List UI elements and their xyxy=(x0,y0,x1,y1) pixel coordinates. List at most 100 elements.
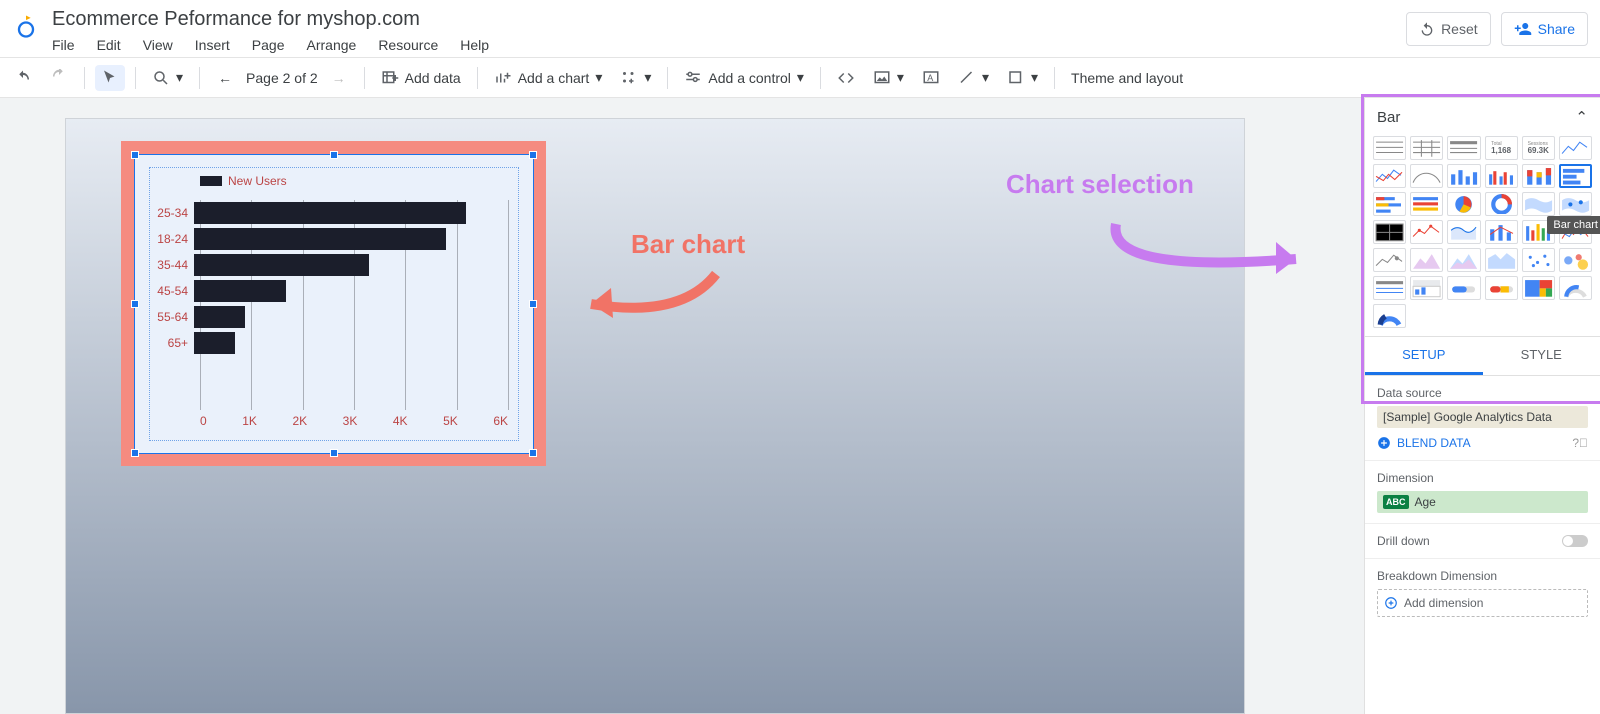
chart-type-thumb[interactable] xyxy=(1447,136,1480,160)
chart-type-thumb[interactable] xyxy=(1559,136,1592,160)
chart-type-thumb[interactable] xyxy=(1410,220,1443,244)
menu-page[interactable]: Page xyxy=(252,37,285,53)
chart-type-thumb[interactable] xyxy=(1373,304,1406,328)
resize-handle[interactable] xyxy=(529,300,537,308)
menu-resource[interactable]: Resource xyxy=(378,37,438,53)
chart-x-axis: 01K2K3K4K5K6K xyxy=(200,414,508,434)
chart-type-thumb[interactable] xyxy=(1410,276,1443,300)
bar-row: 65+ xyxy=(200,330,508,356)
tab-setup[interactable]: SETUP xyxy=(1365,337,1483,375)
chart-type-thumb[interactable] xyxy=(1373,136,1406,160)
share-button[interactable]: Share xyxy=(1501,12,1588,46)
chart-type-thumb[interactable] xyxy=(1373,164,1406,188)
prev-page-button[interactable]: ← xyxy=(210,65,240,91)
menu-insert[interactable]: Insert xyxy=(195,37,230,53)
embed-button[interactable] xyxy=(831,65,861,91)
x-tick: 2K xyxy=(292,414,307,434)
chevron-down-icon: ▾ xyxy=(176,69,183,86)
chart-type-thumb[interactable] xyxy=(1373,276,1406,300)
menu-file[interactable]: File xyxy=(52,37,75,53)
tab-style[interactable]: STYLE xyxy=(1483,337,1600,375)
chart-type-thumb[interactable] xyxy=(1373,220,1406,244)
next-page-button[interactable]: → xyxy=(324,65,354,91)
chart-type-thumb[interactable] xyxy=(1485,192,1518,216)
chart-type-thumb[interactable] xyxy=(1410,192,1443,216)
reset-button[interactable]: Reset xyxy=(1406,12,1491,46)
x-tick: 6K xyxy=(493,414,508,434)
chart-type-thumb[interactable] xyxy=(1559,276,1592,300)
add-data-button[interactable]: Add data xyxy=(375,65,467,91)
resize-handle[interactable] xyxy=(131,151,139,159)
menu-bar: File Edit View Insert Page Arrange Resou… xyxy=(52,37,1406,53)
bar-row: 25-34 xyxy=(200,200,508,226)
menu-arrange[interactable]: Arrange xyxy=(307,37,357,53)
chart-type-thumb[interactable] xyxy=(1522,248,1555,272)
chart-type-thumb[interactable] xyxy=(1522,192,1555,216)
chart-type-thumb[interactable] xyxy=(1447,192,1480,216)
chart-type-thumb[interactable]: Sessions69.3K xyxy=(1522,136,1555,160)
undo-icon xyxy=(1419,21,1435,37)
add-control-button[interactable]: Add a control▾ xyxy=(678,65,810,91)
redo-button[interactable] xyxy=(44,65,74,91)
menu-help[interactable]: Help xyxy=(460,37,489,53)
report-canvas[interactable]: New Users 25-3418-2435-4445-5455-6465+ 0… xyxy=(65,118,1245,714)
chart-type-thumb[interactable] xyxy=(1410,136,1443,160)
chart-type-thumb[interactable]: Total1,168 xyxy=(1485,136,1518,160)
chart-type-thumb[interactable] xyxy=(1485,276,1518,300)
resize-handle[interactable] xyxy=(529,449,537,457)
resize-handle[interactable] xyxy=(529,151,537,159)
chart-type-thumb[interactable] xyxy=(1559,248,1592,272)
add-chart-icon xyxy=(494,69,512,87)
chart-type-thumb[interactable] xyxy=(1410,164,1443,188)
theme-layout-button[interactable]: Theme and layout xyxy=(1065,66,1189,90)
chart-type-thumb[interactable] xyxy=(1559,164,1592,188)
chart-type-thumb[interactable] xyxy=(1485,248,1518,272)
select-tool[interactable] xyxy=(95,65,125,91)
chart-type-thumb[interactable] xyxy=(1522,164,1555,188)
add-dimension-button[interactable]: Add dimension xyxy=(1377,589,1588,617)
plus-circle-icon xyxy=(1384,596,1398,610)
resize-handle[interactable] xyxy=(131,300,139,308)
chart-type-thumb[interactable] xyxy=(1373,192,1406,216)
zoom-button[interactable]: ▾ xyxy=(146,65,189,91)
chart-type-thumb[interactable] xyxy=(1485,164,1518,188)
chart-type-thumb[interactable] xyxy=(1485,220,1518,244)
blend-data-button[interactable]: BLEND DATA ?⃝ xyxy=(1377,436,1588,450)
resize-handle[interactable] xyxy=(131,449,139,457)
chart-type-thumb[interactable] xyxy=(1447,220,1480,244)
resize-handle[interactable] xyxy=(330,449,338,457)
chart-type-thumb[interactable] xyxy=(1559,192,1592,216)
text-button[interactable]: A xyxy=(916,65,946,91)
chart-type-thumb[interactable] xyxy=(1373,248,1406,272)
chart-body: New Users 25-3418-2435-4445-5455-6465+ 0… xyxy=(149,167,519,441)
menu-view[interactable]: View xyxy=(143,37,173,53)
resize-handle[interactable] xyxy=(330,151,338,159)
help-icon[interactable]: ?⃝ xyxy=(1572,436,1588,450)
data-source-chip[interactable]: [Sample] Google Analytics Data xyxy=(1377,406,1588,428)
chevron-up-icon[interactable]: ⌃ xyxy=(1575,108,1588,126)
community-viz-button[interactable]: ▾ xyxy=(614,65,657,91)
page-indicator: Page 2 of 2 xyxy=(246,70,318,86)
menu-edit[interactable]: Edit xyxy=(97,37,121,53)
image-button[interactable]: ▾ xyxy=(867,65,910,91)
chart-legend: New Users xyxy=(200,174,287,188)
canvas-area[interactable]: New Users 25-3418-2435-4445-5455-6465+ 0… xyxy=(0,98,1364,714)
y-tick: 25-34 xyxy=(150,206,194,220)
doc-title[interactable]: Ecommerce Peformance for myshop.com xyxy=(52,6,1406,31)
chart-type-thumb[interactable] xyxy=(1447,276,1480,300)
chart-type-thumb[interactable] xyxy=(1410,248,1443,272)
drilldown-toggle[interactable] xyxy=(1562,535,1588,547)
dimension-chip[interactable]: ABCAge xyxy=(1377,491,1588,513)
line-button[interactable]: ▾ xyxy=(952,65,995,91)
app-header: Ecommerce Peformance for myshop.com File… xyxy=(0,0,1600,58)
add-chart-button[interactable]: Add a chart▾ xyxy=(488,65,609,91)
selected-chart[interactable]: New Users 25-3418-2435-4445-5455-6465+ 0… xyxy=(134,154,534,454)
chart-type-grid: Total1,168Sessions69.3K xyxy=(1365,136,1600,336)
chevron-down-icon: ▾ xyxy=(897,69,904,86)
chart-type-thumb[interactable] xyxy=(1522,276,1555,300)
chart-type-thumb[interactable] xyxy=(1447,248,1480,272)
chart-type-thumb[interactable] xyxy=(1447,164,1480,188)
shape-button[interactable]: ▾ xyxy=(1001,65,1044,91)
undo-button[interactable] xyxy=(8,65,38,91)
panel-header[interactable]: Bar ⌃ xyxy=(1365,98,1600,136)
